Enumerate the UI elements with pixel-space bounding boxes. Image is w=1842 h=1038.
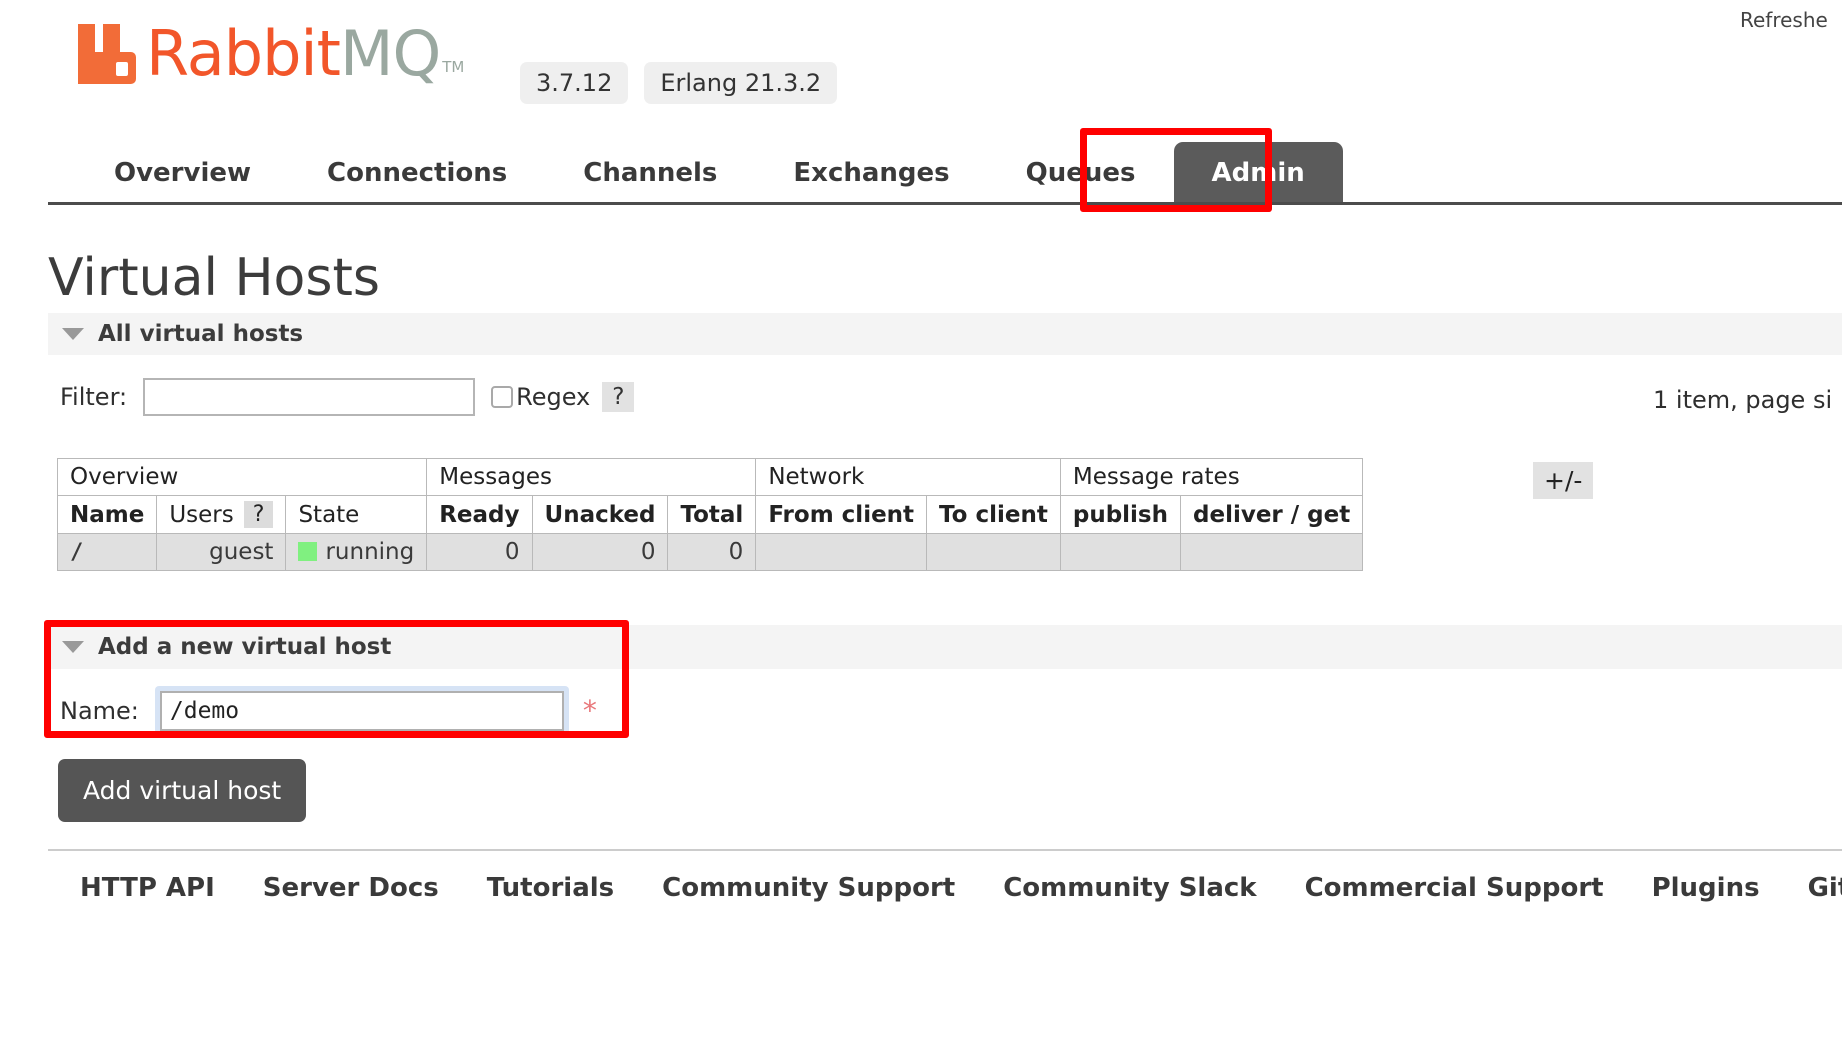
cell-vhost-state-label: running: [325, 539, 415, 565]
column-header-to-client[interactable]: To client: [926, 495, 1061, 534]
regex-label: Regex: [516, 383, 591, 411]
column-header-users-label: Users: [169, 501, 234, 528]
column-header-deliver-get[interactable]: deliver / get: [1179, 495, 1364, 534]
table-row[interactable]: / guest running 0 0 0: [56, 533, 1364, 571]
rabbitmq-logo[interactable]: Rabbit MQ TM: [78, 17, 465, 91]
cell-messages-unacked: 0: [531, 533, 669, 571]
footer-link-community-slack[interactable]: Community Slack: [1003, 873, 1256, 903]
tab-connections[interactable]: Connections: [289, 158, 545, 202]
rabbitmq-version-badge: 3.7.12: [520, 62, 629, 104]
toggle-columns-button[interactable]: +/-: [1533, 462, 1594, 499]
version-badges: 3.7.12 Erlang 21.3.2: [520, 62, 838, 104]
cell-messages-total: 0: [667, 533, 757, 571]
users-help-icon[interactable]: ?: [243, 501, 274, 528]
collapse-triangle-icon-add[interactable]: [62, 641, 84, 653]
cell-vhost-users: guest: [156, 533, 287, 571]
name-input-focus-ring: [154, 686, 569, 736]
filter-label: Filter:: [60, 383, 128, 411]
column-header-publish[interactable]: publish: [1059, 495, 1182, 534]
footer-links: HTTP API Server Docs Tutorials Community…: [80, 873, 1842, 903]
paging-info: 1 item, page si: [1653, 386, 1833, 414]
cell-vhost-name[interactable]: /: [56, 533, 158, 571]
group-header-messages: Messages: [426, 458, 757, 496]
cell-vhost-state: running: [285, 533, 428, 571]
footer-link-commercial-support[interactable]: Commercial Support: [1305, 873, 1604, 903]
table-column-header-row: Name Users ? State Ready Unacked Total F…: [56, 495, 1364, 534]
section-label-all-virtual-hosts: All virtual hosts: [98, 321, 304, 347]
regex-help-icon[interactable]: ?: [602, 382, 635, 412]
cell-rates-publish: [1059, 533, 1182, 571]
rabbitmq-management-page: Refreshe Rabbit MQ TM 3.7.12 Erlang 21.3…: [0, 0, 1842, 1038]
cell-rates-deliver-get: [1179, 533, 1364, 571]
table-group-header-row: Overview Messages Network Message rates: [56, 458, 1364, 496]
section-header-all-virtual-hosts[interactable]: All virtual hosts: [48, 313, 1842, 355]
state-indicator-icon: [298, 542, 318, 561]
logo-text-primary: Rabbit: [146, 17, 341, 91]
tab-channels[interactable]: Channels: [545, 158, 755, 202]
filter-input[interactable]: [143, 378, 476, 416]
section-label-add-virtual-host: Add a new virtual host: [98, 634, 392, 660]
column-header-unacked[interactable]: Unacked: [531, 495, 669, 534]
regex-checkbox[interactable]: [491, 386, 514, 408]
add-vhost-name-row: Name: *: [60, 686, 597, 736]
column-header-users[interactable]: Users ?: [156, 495, 287, 534]
tab-queues[interactable]: Queues: [988, 158, 1174, 202]
group-header-message-rates: Message rates: [1059, 458, 1364, 496]
cell-network-to-client: [926, 533, 1061, 571]
virtual-hosts-table: Overview Messages Network Message rates …: [56, 458, 1364, 571]
column-header-state[interactable]: State: [285, 495, 428, 534]
column-header-ready[interactable]: Ready: [426, 495, 533, 534]
footer-link-tutorials[interactable]: Tutorials: [487, 873, 614, 903]
main-navigation: Overview Connections Channels Exchanges …: [48, 142, 1842, 205]
cell-messages-ready: 0: [426, 533, 533, 571]
logo-text-secondary: MQ: [339, 17, 441, 91]
name-label: Name:: [60, 697, 139, 725]
tab-exchanges[interactable]: Exchanges: [755, 158, 987, 202]
footer-link-github[interactable]: GitHub: [1808, 873, 1842, 903]
tab-admin[interactable]: Admin: [1173, 142, 1343, 202]
tab-overview[interactable]: Overview: [76, 158, 289, 202]
filter-row: Filter: Regex ?: [60, 378, 635, 416]
erlang-version-badge: Erlang 21.3.2: [644, 62, 838, 104]
required-field-marker: *: [582, 694, 597, 727]
collapse-triangle-icon[interactable]: [62, 328, 84, 340]
column-header-total[interactable]: Total: [667, 495, 757, 534]
refresh-status: Refreshe: [1740, 8, 1828, 32]
section-header-add-virtual-host[interactable]: Add a new virtual host: [48, 625, 1842, 669]
add-virtual-host-button[interactable]: Add virtual host: [58, 759, 307, 822]
group-header-network: Network: [755, 458, 1061, 496]
footer-link-http-api[interactable]: HTTP API: [80, 873, 215, 903]
rabbit-logo-icon: [78, 24, 142, 84]
footer-divider: [48, 849, 1842, 851]
footer-link-community-support[interactable]: Community Support: [662, 873, 955, 903]
group-header-overview: Overview: [56, 458, 428, 496]
logo-trademark-icon: TM: [442, 58, 465, 76]
footer-link-plugins[interactable]: Plugins: [1652, 873, 1760, 903]
cell-network-from-client: [755, 533, 928, 571]
column-header-name[interactable]: Name: [56, 495, 158, 534]
footer-link-server-docs[interactable]: Server Docs: [263, 873, 439, 903]
vhost-name-input[interactable]: [159, 691, 564, 731]
page-title: Virtual Hosts: [48, 248, 380, 308]
column-header-from-client[interactable]: From client: [755, 495, 928, 534]
